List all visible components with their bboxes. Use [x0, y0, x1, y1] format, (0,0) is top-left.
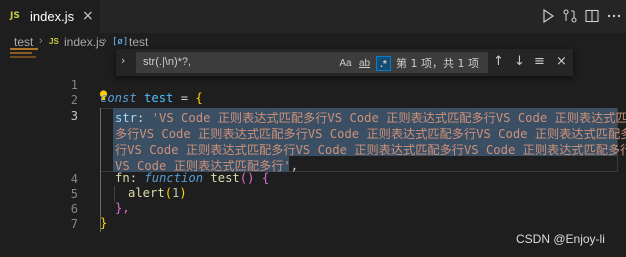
breadcrumb-symbol[interactable]: test [129, 35, 148, 49]
line-number: 3 [70, 109, 78, 123]
match-whole-word-toggle[interactable]: ab [357, 56, 372, 71]
javascript-file-icon: JS [10, 11, 20, 21]
use-regex-toggle[interactable]: .* [376, 56, 391, 71]
run-icon[interactable] [540, 8, 556, 24]
line-number: 4 [70, 172, 78, 186]
chevron-right-icon: › [103, 35, 107, 47]
match-count: 第 1 项，共 1 项 [396, 57, 479, 70]
line-number: 2 [70, 93, 78, 107]
method-key: fn [115, 171, 130, 185]
parens: () [239, 171, 255, 185]
minimap-match [10, 48, 38, 50]
tab-label: index.js [30, 9, 75, 24]
watermark: CSDN @Enjoy-li [516, 232, 605, 246]
code-line-4[interactable]: fn: function test() { [115, 171, 269, 185]
tab-index-js[interactable]: JS index.js × [0, 0, 100, 33]
find-query: str(.|\n)*?, [143, 56, 192, 68]
colon: : [137, 111, 145, 125]
string-literal: 行VS Code 正则表达式匹配多行VS Code 正则表达式匹配多行VS Co… [115, 143, 626, 157]
javascript-file-icon: JS [49, 37, 59, 46]
paren: ) [179, 186, 187, 200]
close-tab-icon[interactable]: × [82, 8, 94, 24]
minimap-match [10, 52, 32, 54]
find-in-selection-icon[interactable]: ≡ [534, 54, 545, 69]
keyword: const [100, 91, 137, 105]
brace: }, [115, 201, 130, 215]
line-number: 1 [70, 78, 78, 92]
string-literal: 'VS Code 正则表达式匹配多行VS Code 正则表达式匹配多行VS Co… [151, 111, 626, 125]
previous-match-icon[interactable]: ↑ [493, 54, 504, 69]
operator: = [180, 91, 189, 105]
find-widget: › str(.|\n)*?, Aa ab .* 第 1 项，共 1 项 ↑ ↓ … [116, 49, 573, 76]
identifier: test [144, 91, 174, 105]
breadcrumb-file[interactable]: index.js [64, 35, 105, 49]
next-match-icon[interactable]: ↓ [514, 54, 525, 69]
code-line-2[interactable]: const test = { [100, 91, 203, 105]
more-actions-icon[interactable] [606, 8, 622, 24]
comma: , [290, 159, 299, 173]
indent-guide [100, 108, 101, 232]
line-number: 6 [70, 202, 78, 216]
line-number: 5 [70, 187, 78, 201]
function-call: alert [128, 186, 165, 200]
brace: { [195, 91, 203, 105]
colon: : [129, 171, 138, 185]
match-case-toggle[interactable]: Aa [338, 56, 353, 71]
close-find-icon[interactable]: × [556, 54, 567, 69]
property-key: str [115, 111, 138, 125]
chevron-right-icon: › [39, 35, 43, 47]
split-editor-icon[interactable] [584, 8, 600, 24]
line-number: 7 [70, 217, 78, 231]
string-literal: 多行VS Code 正则表达式匹配多行VS Code 正则表达式匹配多行VS C… [115, 127, 626, 141]
function-name: test [210, 171, 240, 185]
paren: ( [164, 186, 173, 200]
code-line-6[interactable]: }, [115, 201, 130, 215]
brace: { [261, 171, 270, 185]
keyword: function [144, 171, 204, 185]
code-line-5[interactable]: alert(1) [128, 186, 187, 200]
open-changes-icon[interactable] [562, 8, 578, 24]
indent-guide [114, 186, 115, 202]
code-line-7[interactable]: } [100, 216, 107, 230]
brace: } [100, 216, 108, 230]
breadcrumb-folder[interactable]: test [14, 35, 33, 49]
minimap-match [10, 56, 36, 58]
tab-bar: JS index.js × [0, 0, 626, 33]
toggle-replace-icon[interactable]: › [121, 54, 125, 67]
variable-symbol-icon: [ø] [112, 37, 129, 47]
